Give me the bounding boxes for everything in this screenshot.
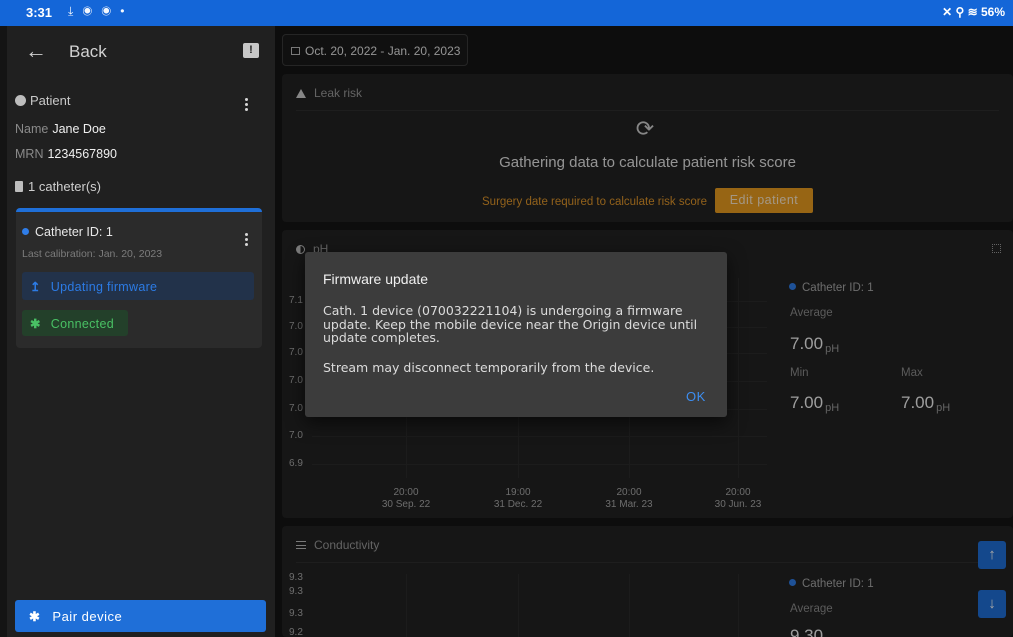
dialog-body-secondary: Stream may disconnect temporarily from t… — [323, 360, 655, 375]
person-icon — [15, 95, 26, 106]
catheter-title-label: Catheter ID: 1 — [35, 225, 113, 239]
mrn-label: MRN — [15, 147, 44, 161]
sidebar: ← Back ! Patient Name Jane Doe MRN 1234567… — [7, 26, 275, 637]
status-bar: 3:31 ⤓ ◉ ◉ • ✕ ⚲ ≋ 56% — [0, 0, 1013, 26]
firmware-status-label: Updating firmware — [50, 280, 158, 294]
upload-icon: ↥ — [30, 280, 41, 294]
patient-heading: Patient — [15, 93, 70, 108]
notification-icons: ⤓ ◉ ◉ • — [68, 4, 128, 18]
catheter-card[interactable]: Catheter ID: 1 Last calibration: Jan. 20… — [16, 208, 262, 348]
mrn-value: 1234567890 — [47, 147, 117, 161]
name-label: Name — [15, 122, 49, 136]
dialog-body: Cath. 1 device (070032221104) is undergo… — [323, 303, 698, 345]
feedback-icon[interactable]: ! — [243, 43, 259, 58]
name-value: Jane Doe — [52, 122, 106, 136]
patient-menu-icon[interactable] — [243, 98, 249, 113]
dialog-title: Firmware update — [323, 271, 429, 287]
patient-mrn: MRN 1234567890 — [15, 147, 117, 161]
connection-status: ✱ Connected — [22, 310, 128, 336]
firmware-update-dialog: Firmware update Cath. 1 device (07003222… — [305, 252, 727, 417]
catheter-count: 1 catheter(s) — [15, 179, 101, 194]
system-status-icons: ✕ ⚲ ≋ 56% — [942, 5, 1005, 19]
catheter-menu-icon[interactable] — [243, 233, 249, 248]
back-label[interactable]: Back — [69, 42, 107, 62]
firmware-status: ↥ Updating firmware — [22, 272, 254, 300]
bluetooth-icon: ✱ — [30, 317, 41, 331]
catheter-count-label: 1 catheter(s) — [28, 179, 101, 194]
last-calibration: Last calibration: Jan. 20, 2023 — [22, 248, 163, 260]
pair-device-label: Pair device — [52, 609, 123, 624]
back-arrow-icon[interactable]: ← — [25, 38, 47, 64]
catheter-color-dot — [22, 228, 29, 235]
patient-heading-label: Patient — [30, 93, 71, 108]
connection-status-label: Connected — [50, 317, 114, 331]
status-time: 3:31 — [26, 5, 53, 20]
catheter-icon — [15, 181, 23, 192]
patient-name: Name Jane Doe — [15, 122, 106, 136]
back-button[interactable]: ← Back — [7, 26, 275, 76]
ok-button[interactable]: OK — [686, 389, 706, 404]
pair-device-button[interactable]: ✱ Pair device — [15, 600, 266, 632]
bluetooth-icon: ✱ — [29, 609, 41, 624]
catheter-title: Catheter ID: 1 — [22, 225, 113, 239]
